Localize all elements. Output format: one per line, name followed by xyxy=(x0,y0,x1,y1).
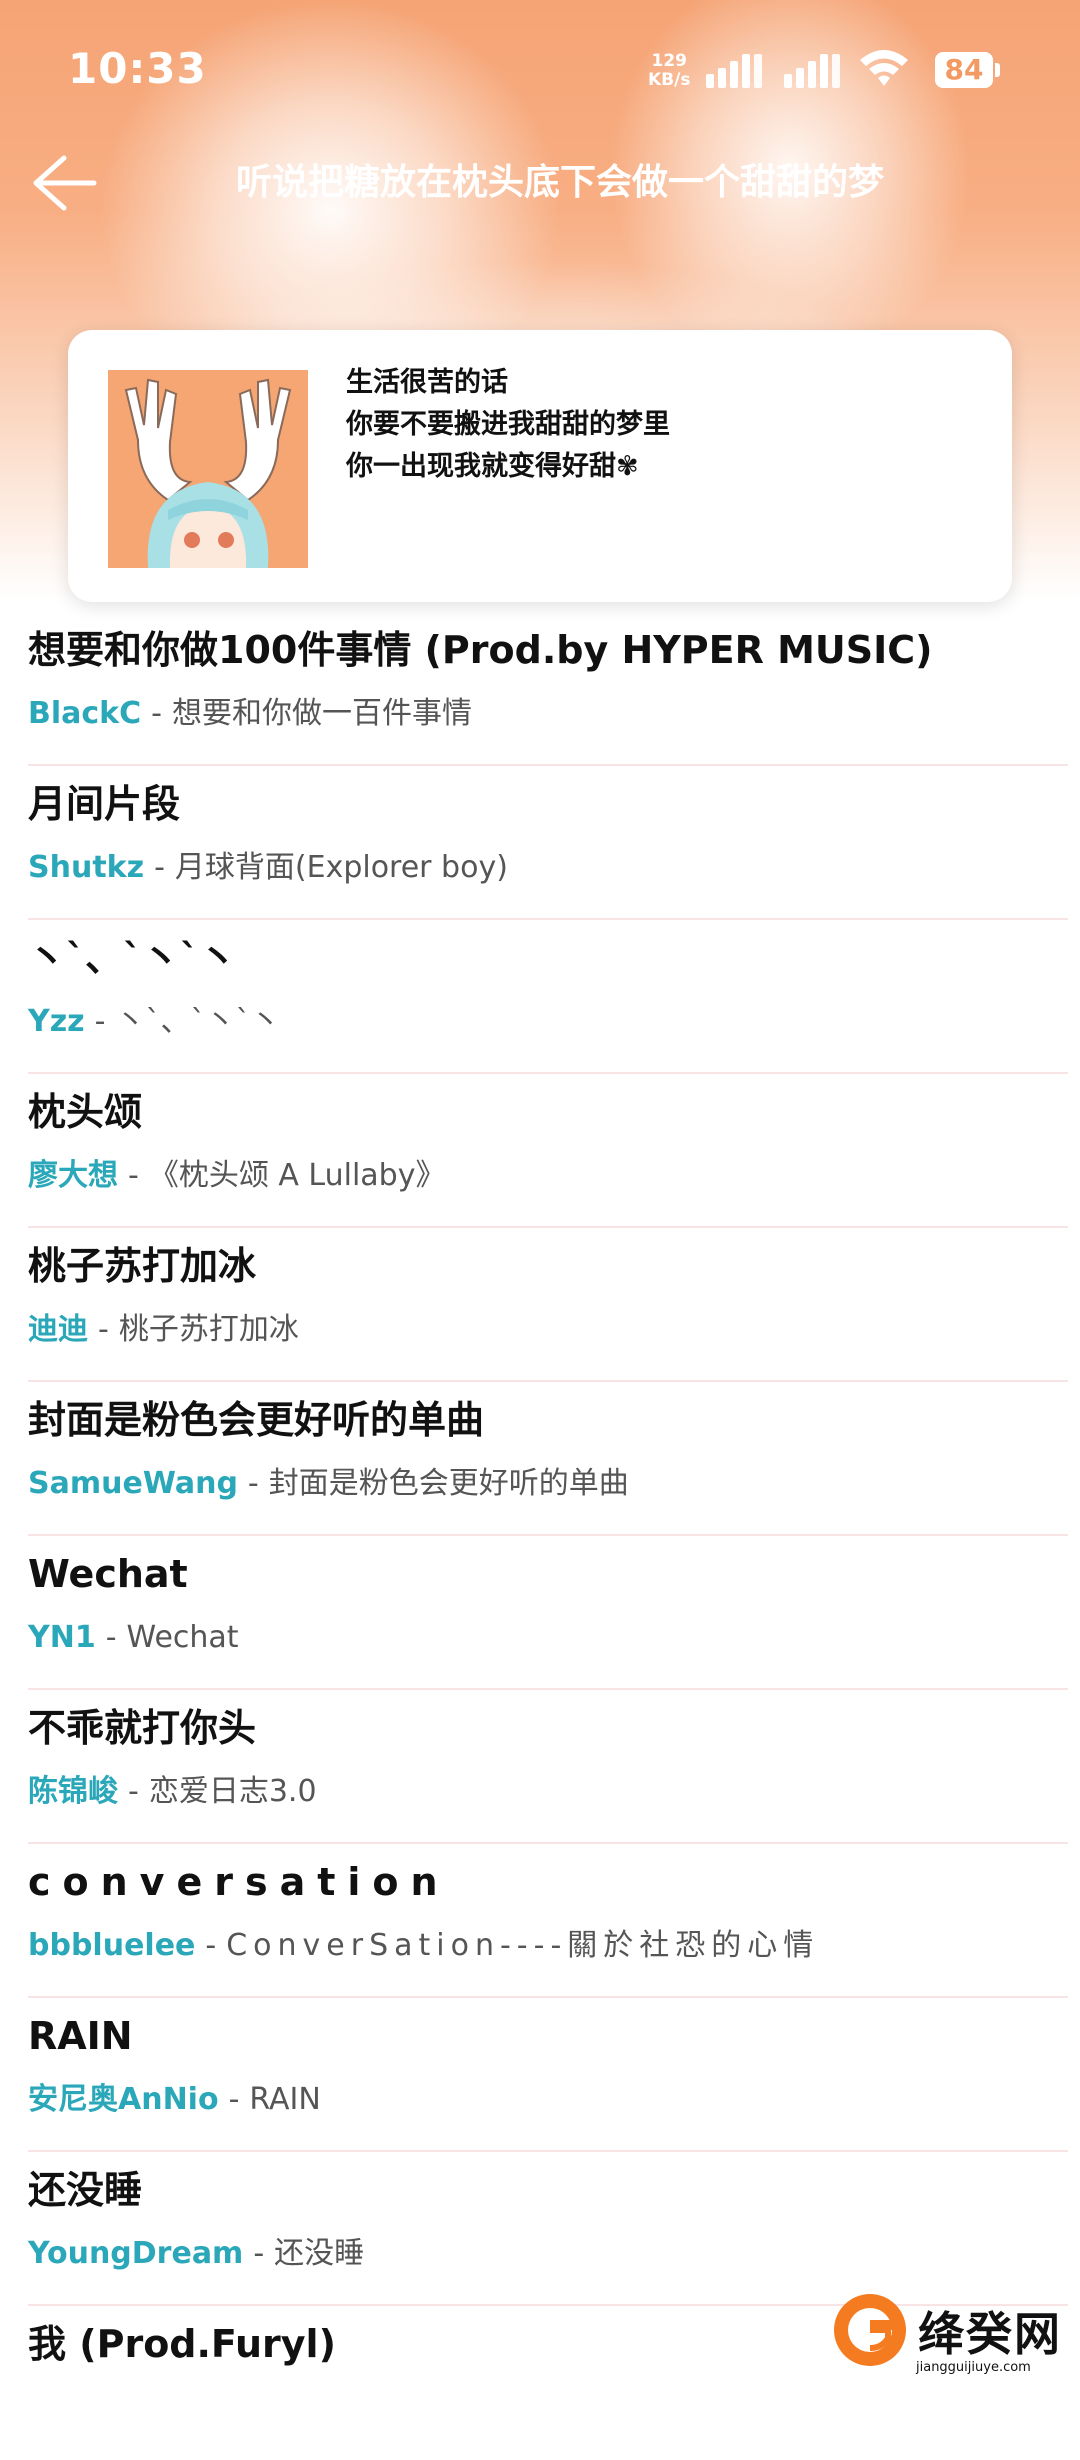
song-artist: Yzz xyxy=(28,1004,85,1039)
song-artist: Shutkz xyxy=(28,850,145,885)
network-speed: 129 KB/s xyxy=(648,52,690,90)
song-row[interactable]: 不乖就打你头 陈锦峻 - 恋爱日志3.0 xyxy=(28,1690,1068,1844)
back-button[interactable] xyxy=(28,150,98,216)
song-album: 想要和你做一百件事情 xyxy=(171,696,472,731)
song-row[interactable]: 封面是粉色会更好听的单曲 SamueWang - 封面是粉色会更好听的单曲 xyxy=(28,1382,1068,1536)
watermark-logo-icon xyxy=(834,2294,906,2366)
status-bar: 10:33 129 KB/s 84 xyxy=(0,0,1080,140)
song-title: Wechat xyxy=(28,1552,188,1596)
network-speed-unit: KB/s xyxy=(648,70,691,90)
song-row[interactable]: 还没睡 YoungDream - 还没睡 xyxy=(28,2152,1068,2306)
song-artist: bbbluelee xyxy=(28,1928,196,1963)
song-artist: 廖大想 xyxy=(28,1158,118,1193)
song-title: 丶ˋ、ˋ丶ˋ丶 xyxy=(28,936,238,980)
battery-icon: 84 xyxy=(935,52,1000,88)
song-row[interactable]: Wechat YN1- Wechat xyxy=(28,1536,1068,1690)
playlist-intro-card[interactable]: 生活很苦的话 你要不要搬进我甜甜的梦里 你一出现我就变得好甜✾ xyxy=(68,330,1012,602)
watermark-url: jiangguijiuye.com xyxy=(916,2360,1031,2375)
page-title: 听说把糖放在枕头底下会做一个甜甜的梦 xyxy=(235,162,884,203)
song-title: 枕头颂 xyxy=(28,1090,143,1134)
playlist-description: 生活很苦的话 你要不要搬进我甜甜的梦里 你一出现我就变得好甜✾ xyxy=(346,362,986,488)
song-row[interactable]: conversation bbbluelee - ConverSation----關… xyxy=(28,1844,1068,1998)
song-title: 桃子苏打加冰 xyxy=(28,1244,257,1288)
playlist-cover-image xyxy=(108,370,308,568)
song-album: 月球背面(Explorer boy) xyxy=(174,850,508,885)
song-artist: SamueWang xyxy=(28,1466,238,1501)
site-watermark: 绛癸网 jiangguijiuye.com xyxy=(830,2290,1080,2400)
song-album: 丶ˋ、ˋ丶ˋ丶 xyxy=(115,1004,281,1039)
song-artist: 陈锦峻 xyxy=(28,1774,118,1809)
song-album: 封面是粉色会更好听的单曲 xyxy=(268,1466,629,1501)
song-list: 想要和你做100件事情 (Prod.by HYPER MUSIC) BlackC… xyxy=(0,612,1080,2460)
song-row[interactable]: 桃子苏打加冰 迪迪 - 桃子苏打加冰 xyxy=(28,1228,1068,1382)
song-row[interactable]: 月间片段 Shutkz - 月球背面(Explorer boy) xyxy=(28,766,1068,920)
song-title: 还没睡 xyxy=(28,2168,143,2212)
song-title: conversation xyxy=(28,1860,450,1904)
song-title: 月间片段 xyxy=(28,782,181,826)
description-line: 生活很苦的话 xyxy=(346,367,508,398)
description-line: 你一出现我就变得好甜✾ xyxy=(346,451,639,482)
song-album: Wechat xyxy=(126,1620,239,1655)
wifi-icon xyxy=(860,50,908,86)
song-title: 想要和你做100件事情 (Prod.by HYPER MUSIC) xyxy=(28,628,933,672)
song-artist: YN1 xyxy=(28,1620,96,1655)
song-row[interactable]: 想要和你做100件事情 (Prod.by HYPER MUSIC) BlackC… xyxy=(28,612,1068,766)
status-time: 10:33 xyxy=(68,44,207,93)
network-speed-value: 129 xyxy=(651,51,687,71)
song-album: 还没睡 xyxy=(274,2236,365,2271)
song-artist: YoungDream xyxy=(28,2236,244,2271)
song-album: RAIN xyxy=(249,2082,321,2117)
song-album: ConverSation----關於社恐的心情 xyxy=(226,1928,820,1963)
description-line: 你要不要搬进我甜甜的梦里 xyxy=(346,409,670,440)
song-artist: 迪迪 xyxy=(28,1312,88,1347)
cell-signal-icon xyxy=(784,52,842,88)
song-row[interactable]: 丶ˋ、ˋ丶ˋ丶 Yzz - 丶ˋ、ˋ丶ˋ丶 xyxy=(28,920,1068,1074)
song-artist: 安尼奥AnNio xyxy=(28,2082,219,2117)
song-title: RAIN xyxy=(28,2014,133,2058)
song-title: 不乖就打你头 xyxy=(28,1706,257,1750)
song-row[interactable]: 枕头颂 廖大想 - 《枕头颂 A Lullaby》 xyxy=(28,1074,1068,1228)
song-artist: BlackC xyxy=(28,696,142,731)
song-row[interactable]: RAIN 安尼奥AnNio - RAIN xyxy=(28,1998,1068,2152)
song-title: 我 (Prod.Furyl) xyxy=(28,2322,336,2366)
song-title: 封面是粉色会更好听的单曲 xyxy=(28,1398,485,1442)
song-album: 恋爱日志3.0 xyxy=(148,1774,317,1809)
watermark-name: 绛癸网 xyxy=(918,2307,1062,2361)
song-album: 桃子苏打加冰 xyxy=(118,1312,299,1347)
song-album: 《枕头颂 A Lullaby》 xyxy=(148,1158,446,1193)
cell-signal-icon xyxy=(706,52,764,88)
